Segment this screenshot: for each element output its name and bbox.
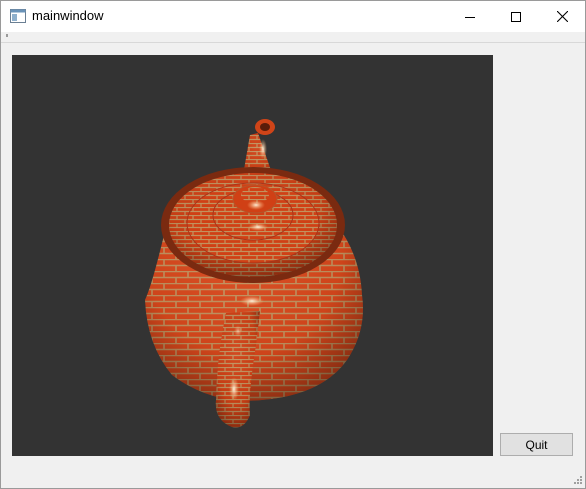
minimize-icon <box>465 16 475 18</box>
window-title: mainwindow <box>32 8 104 23</box>
menu-bar[interactable] <box>1 32 585 43</box>
close-icon <box>556 11 568 22</box>
teapot-render <box>145 119 363 428</box>
main-window: mainwindow Quit <box>0 0 586 489</box>
quit-button[interactable]: Quit <box>500 433 573 456</box>
size-grip-icon[interactable] <box>573 475 583 485</box>
menu-grip <box>6 34 8 37</box>
maximize-button[interactable] <box>493 1 539 32</box>
maximize-icon <box>511 11 521 22</box>
close-button[interactable] <box>539 1 585 32</box>
app-window-icon <box>10 9 26 23</box>
minimize-button[interactable] <box>447 1 493 32</box>
title-bar[interactable]: mainwindow <box>1 1 585 32</box>
opengl-viewport[interactable] <box>12 55 493 456</box>
